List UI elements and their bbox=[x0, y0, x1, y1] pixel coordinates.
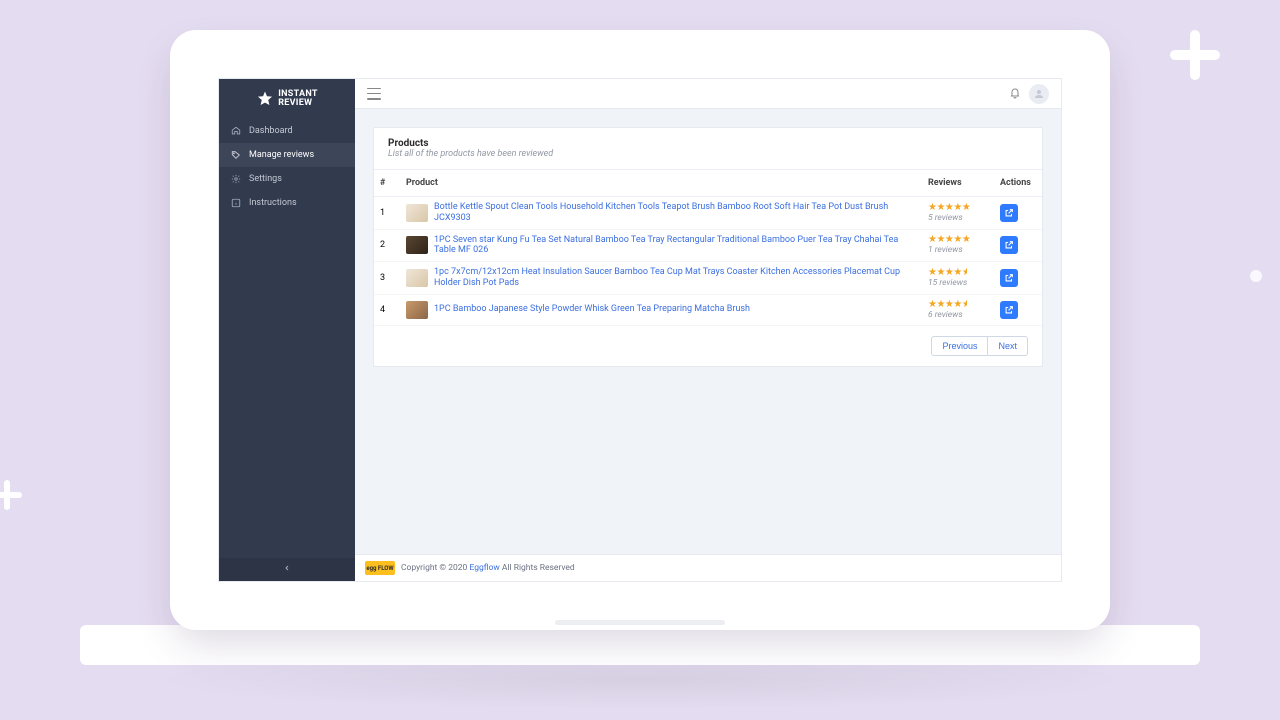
review-count: 5 reviews bbox=[928, 213, 988, 223]
next-page-button[interactable]: Next bbox=[988, 336, 1028, 356]
product-cell: 1PC Seven star Kung Fu Tea Set Natural B… bbox=[400, 229, 922, 262]
pagination: Previous Next bbox=[374, 326, 1042, 366]
star-icon bbox=[256, 90, 274, 108]
laptop-notch bbox=[555, 620, 725, 625]
sidebar-nav: Dashboard Manage reviews Settings bbox=[219, 119, 355, 215]
dashboard-icon bbox=[231, 126, 241, 136]
sidebar-item-instructions[interactable]: Instructions bbox=[219, 191, 355, 215]
reviews-cell: ★★★★★6 reviews bbox=[922, 294, 994, 325]
tag-icon bbox=[231, 150, 241, 160]
decorative-dot bbox=[1250, 270, 1262, 282]
external-link-icon bbox=[1004, 273, 1014, 283]
product-link[interactable]: 1PC Bamboo Japanese Style Powder Whisk G… bbox=[434, 304, 750, 315]
col-actions: Actions bbox=[994, 170, 1042, 197]
sidebar-item-label: Instructions bbox=[249, 198, 297, 208]
copyright-text-post: All Rights Reserved bbox=[500, 563, 575, 573]
open-action-button[interactable] bbox=[1000, 236, 1018, 254]
col-reviews: Reviews bbox=[922, 170, 994, 197]
reviews-cell: ★★★★★5 reviews bbox=[922, 197, 994, 230]
product-link[interactable]: Bottle Kettle Spout Clean Tools Househol… bbox=[434, 202, 916, 224]
product-thumbnail bbox=[406, 301, 428, 319]
info-icon bbox=[231, 198, 241, 208]
products-card: Products List all of the products have b… bbox=[373, 127, 1043, 367]
row-number: 2 bbox=[374, 229, 400, 262]
product-link[interactable]: 1PC Seven star Kung Fu Tea Set Natural B… bbox=[434, 235, 916, 257]
app-window: INSTANT REVIEW Dashboard Manage reviews bbox=[218, 78, 1062, 582]
products-table: # Product Reviews Actions 1 Bottle Kettle… bbox=[374, 170, 1042, 326]
sidebar-item-settings[interactable]: Settings bbox=[219, 167, 355, 191]
product-cell: 1PC Bamboo Japanese Style Powder Whisk G… bbox=[400, 294, 922, 325]
actions-cell bbox=[994, 262, 1042, 295]
table-row: 4 1PC Bamboo Japanese Style Powder Whisk … bbox=[374, 294, 1042, 325]
sidebar-item-label: Dashboard bbox=[249, 126, 293, 136]
sidebar-item-label: Manage reviews bbox=[249, 150, 314, 160]
eggflow-link[interactable]: Eggflow bbox=[469, 563, 499, 573]
device-frame: INSTANT REVIEW Dashboard Manage reviews bbox=[170, 30, 1110, 630]
star-rating: ★★★★★ bbox=[928, 203, 988, 213]
notifications-button[interactable] bbox=[1009, 84, 1021, 103]
chevron-left-icon bbox=[283, 564, 291, 572]
table-row: 1 Bottle Kettle Spout Clean Tools Househo… bbox=[374, 197, 1042, 230]
external-link-icon bbox=[1004, 208, 1014, 218]
content-area: Products List all of the products have b… bbox=[355, 109, 1061, 385]
star-rating: ★★★★★ bbox=[928, 235, 988, 245]
review-count: 6 reviews bbox=[928, 310, 988, 320]
sidebar: INSTANT REVIEW Dashboard Manage reviews bbox=[219, 79, 355, 581]
app-logo: INSTANT REVIEW bbox=[219, 79, 355, 119]
topbar bbox=[355, 79, 1061, 109]
row-number: 1 bbox=[374, 197, 400, 230]
product-thumbnail bbox=[406, 269, 428, 287]
main-area: Products List all of the products have b… bbox=[355, 79, 1061, 581]
open-action-button[interactable] bbox=[1000, 301, 1018, 319]
decorative-plus bbox=[1170, 30, 1220, 84]
product-link[interactable]: 1pc 7x7cm/12x12cm Heat Insulation Saucer… bbox=[434, 267, 916, 289]
open-action-button[interactable] bbox=[1000, 269, 1018, 287]
product-cell: 1pc 7x7cm/12x12cm Heat Insulation Saucer… bbox=[400, 262, 922, 295]
open-action-button[interactable] bbox=[1000, 204, 1018, 222]
review-count: 1 reviews bbox=[928, 245, 988, 255]
decorative-plus-left bbox=[0, 480, 22, 514]
product-cell: Bottle Kettle Spout Clean Tools Househol… bbox=[400, 197, 922, 230]
star-rating: ★★★★★ bbox=[928, 300, 988, 310]
external-link-icon bbox=[1004, 240, 1014, 250]
reviews-cell: ★★★★★1 reviews bbox=[922, 229, 994, 262]
external-link-icon bbox=[1004, 305, 1014, 315]
actions-cell bbox=[994, 294, 1042, 325]
gear-icon bbox=[231, 174, 241, 184]
row-number: 4 bbox=[374, 294, 400, 325]
table-row: 2 1PC Seven star Kung Fu Tea Set Natural … bbox=[374, 229, 1042, 262]
bell-icon bbox=[1009, 87, 1021, 99]
card-header: Products List all of the products have b… bbox=[374, 128, 1042, 170]
user-avatar[interactable] bbox=[1029, 84, 1049, 104]
logo-text-2: REVIEW bbox=[278, 99, 318, 108]
copyright-text-pre: Copyright © 2020 bbox=[401, 563, 469, 573]
card-title: Products bbox=[388, 138, 1028, 149]
table-row: 3 1pc 7x7cm/12x12cm Heat Insulation Sauce… bbox=[374, 262, 1042, 295]
col-product: Product bbox=[400, 170, 922, 197]
product-thumbnail bbox=[406, 204, 428, 222]
row-number: 3 bbox=[374, 262, 400, 295]
user-icon bbox=[1033, 88, 1045, 100]
hamburger-button[interactable] bbox=[367, 88, 381, 100]
sidebar-item-manage-reviews[interactable]: Manage reviews bbox=[219, 143, 355, 167]
actions-cell bbox=[994, 197, 1042, 230]
sidebar-item-label: Settings bbox=[249, 174, 282, 184]
sidebar-item-dashboard[interactable]: Dashboard bbox=[219, 119, 355, 143]
col-number: # bbox=[374, 170, 400, 197]
footer: egg FLOW Copyright © 2020 Eggflow All Ri… bbox=[355, 554, 1061, 581]
product-thumbnail bbox=[406, 236, 428, 254]
star-rating: ★★★★★ bbox=[928, 268, 988, 278]
reviews-cell: ★★★★★15 reviews bbox=[922, 262, 994, 295]
actions-cell bbox=[994, 229, 1042, 262]
review-count: 15 reviews bbox=[928, 278, 988, 288]
prev-page-button[interactable]: Previous bbox=[931, 336, 988, 356]
sidebar-collapse-button[interactable] bbox=[219, 558, 355, 581]
card-subtitle: List all of the products have been revie… bbox=[388, 149, 1028, 159]
eggflow-badge: egg FLOW bbox=[365, 561, 395, 575]
